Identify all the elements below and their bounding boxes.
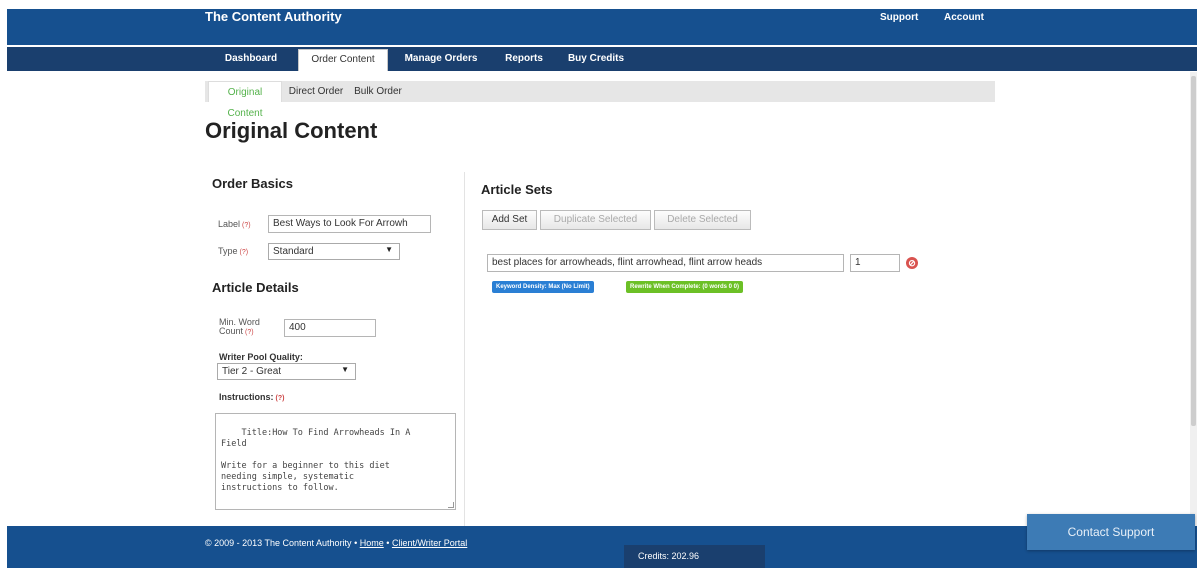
- instructions-text: Title:How To Find Arrowheads In A Field …: [221, 428, 411, 493]
- main-nav: Dashboard Order Content Manage Orders Re…: [7, 47, 1197, 71]
- page-title: Original Content: [205, 118, 378, 143]
- resize-handle-icon[interactable]: [448, 502, 454, 508]
- quantity-input[interactable]: 1: [850, 254, 900, 272]
- help-icon[interactable]: (?): [242, 222, 251, 229]
- footer: [7, 526, 1197, 568]
- chevron-down-icon: ▼: [385, 245, 393, 254]
- help-icon[interactable]: (?): [245, 329, 254, 336]
- nav-manage-orders[interactable]: Manage Orders: [393, 47, 489, 71]
- rewrite-badge[interactable]: Rewrite When Complete: (0 words 0 0): [626, 281, 744, 293]
- article-sets-heading: Article Sets: [481, 182, 553, 197]
- footer-copyright: © 2009 - 2013 The Content Authority • Ho…: [205, 538, 467, 548]
- duplicate-selected-button[interactable]: Duplicate Selected: [540, 210, 651, 230]
- contact-support-button[interactable]: Contact Support: [1027, 514, 1195, 550]
- sub-nav: Original Content Direct Order Bulk Order: [205, 81, 995, 119]
- nav-order-content[interactable]: Order Content: [298, 49, 388, 71]
- order-basics-heading: Order Basics: [212, 176, 293, 191]
- type-field-label: Type (?): [218, 246, 249, 256]
- article-details-heading: Article Details: [212, 280, 299, 295]
- column-divider: [464, 172, 465, 526]
- support-link[interactable]: Support: [880, 12, 918, 23]
- footer-separator: •: [386, 538, 390, 548]
- add-set-button[interactable]: Add Set: [482, 210, 537, 230]
- brand-logo[interactable]: The Content Authority: [205, 9, 342, 24]
- writer-pool-value: Tier 2 - Great: [222, 366, 282, 377]
- instructions-label: Instructions: (?): [219, 392, 285, 402]
- writer-pool-select[interactable]: Tier 2 - Great ▼: [217, 363, 356, 380]
- nav-buy-credits[interactable]: Buy Credits: [559, 47, 633, 71]
- keyword-density-badge[interactable]: Keyword Density: Max (No Limit): [492, 281, 594, 293]
- instructions-textarea[interactable]: Title:How To Find Arrowheads In A Field …: [215, 413, 456, 510]
- nav-dashboard[interactable]: Dashboard: [205, 47, 297, 71]
- help-icon[interactable]: (?): [240, 249, 249, 256]
- min-word-count-input[interactable]: 400: [284, 319, 376, 337]
- chevron-down-icon: ▼: [341, 365, 349, 374]
- tab-bulk-order[interactable]: Bulk Order: [351, 81, 405, 102]
- page: The Content Authority Support Account Da…: [0, 0, 1197, 568]
- delete-selected-button[interactable]: Delete Selected: [654, 210, 751, 230]
- credits-display: Credits: 202.96: [624, 545, 765, 568]
- scrollbar-thumb[interactable]: [1191, 76, 1196, 426]
- writer-pool-label: Writer Pool Quality:: [219, 352, 303, 362]
- min-word-count-label: Min. Word Count (?): [219, 317, 260, 337]
- help-icon[interactable]: (?): [276, 395, 285, 402]
- home-link[interactable]: Home: [360, 538, 384, 548]
- label-input[interactable]: Best Ways to Look For Arrowh: [268, 215, 431, 233]
- remove-set-icon[interactable]: ⊘: [906, 257, 918, 269]
- type-select-value: Standard: [273, 246, 314, 257]
- nav-reports[interactable]: Reports: [493, 47, 555, 71]
- tab-direct-order[interactable]: Direct Order: [285, 81, 347, 102]
- keywords-input[interactable]: best places for arrowheads, flint arrowh…: [487, 254, 844, 272]
- account-link[interactable]: Account: [944, 12, 984, 23]
- tab-original-content[interactable]: Original Content: [208, 81, 282, 119]
- label-field-label: Label (?): [218, 219, 251, 229]
- type-select[interactable]: Standard ▼: [268, 243, 400, 260]
- copyright-text: © 2009 - 2013 The Content Authority •: [205, 538, 358, 548]
- client-writer-portal-link[interactable]: Client/Writer Portal: [392, 538, 467, 548]
- top-header: [7, 9, 1197, 45]
